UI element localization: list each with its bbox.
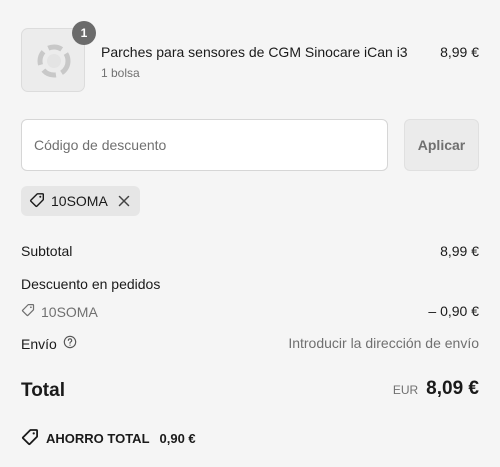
total-row: Total EUR 8,09 € xyxy=(21,378,479,406)
shipping-label: Envío xyxy=(21,335,57,352)
discount-code-input[interactable] xyxy=(21,119,388,171)
discount-form: Aplicar xyxy=(21,119,479,171)
applied-code-label: 10SOMA xyxy=(51,193,108,209)
total-label: Total xyxy=(21,380,65,401)
savings-tag-icon xyxy=(21,428,39,449)
savings-amount: 0,90 € xyxy=(159,431,196,446)
order-discount-code-label: 10SOMA xyxy=(41,303,98,320)
help-circle-icon[interactable] xyxy=(63,335,77,352)
order-discount-code: 10SOMA xyxy=(21,303,479,320)
subtotal-value: 8,99 € xyxy=(440,243,479,259)
apply-button[interactable]: Aplicar xyxy=(404,119,479,171)
line-item: 1 Parches para sensores de CGM Sinocare … xyxy=(21,21,479,94)
close-icon[interactable] xyxy=(118,195,130,207)
product-title: Parches para sensores de CGM Sinocare iC… xyxy=(101,44,408,60)
total-savings: AHORRO TOTAL 0,90 € xyxy=(21,428,196,449)
order-discount-label: Descuento en pedidos xyxy=(21,276,161,292)
savings-label: AHORRO TOTAL xyxy=(46,431,150,446)
product-variant: 1 bolsa xyxy=(101,66,140,80)
order-discount-code-row: 10SOMA – 0,90 € xyxy=(21,303,479,321)
shipping-value: Introducir la dirección de envío xyxy=(288,335,479,351)
tag-icon xyxy=(29,192,45,211)
tag-icon xyxy=(21,303,35,320)
total-amount: 8,09 € xyxy=(426,378,479,399)
applied-discount-tag: 10SOMA xyxy=(21,186,140,216)
order-discount-row: Descuento en pedidos xyxy=(21,276,479,294)
order-discount-value: – 0,90 € xyxy=(428,303,479,319)
currency-code: EUR xyxy=(392,383,419,397)
subtotal-label: Subtotal xyxy=(21,243,73,259)
product-price: 8,99 € xyxy=(440,44,479,60)
product-thumbnail: 1 xyxy=(21,21,96,92)
quantity-badge: 1 xyxy=(72,21,96,45)
product-image xyxy=(37,44,71,78)
shipping-row: Envío Introducir la dirección de envío xyxy=(21,335,479,353)
subtotal-row: Subtotal 8,99 € xyxy=(21,243,479,261)
